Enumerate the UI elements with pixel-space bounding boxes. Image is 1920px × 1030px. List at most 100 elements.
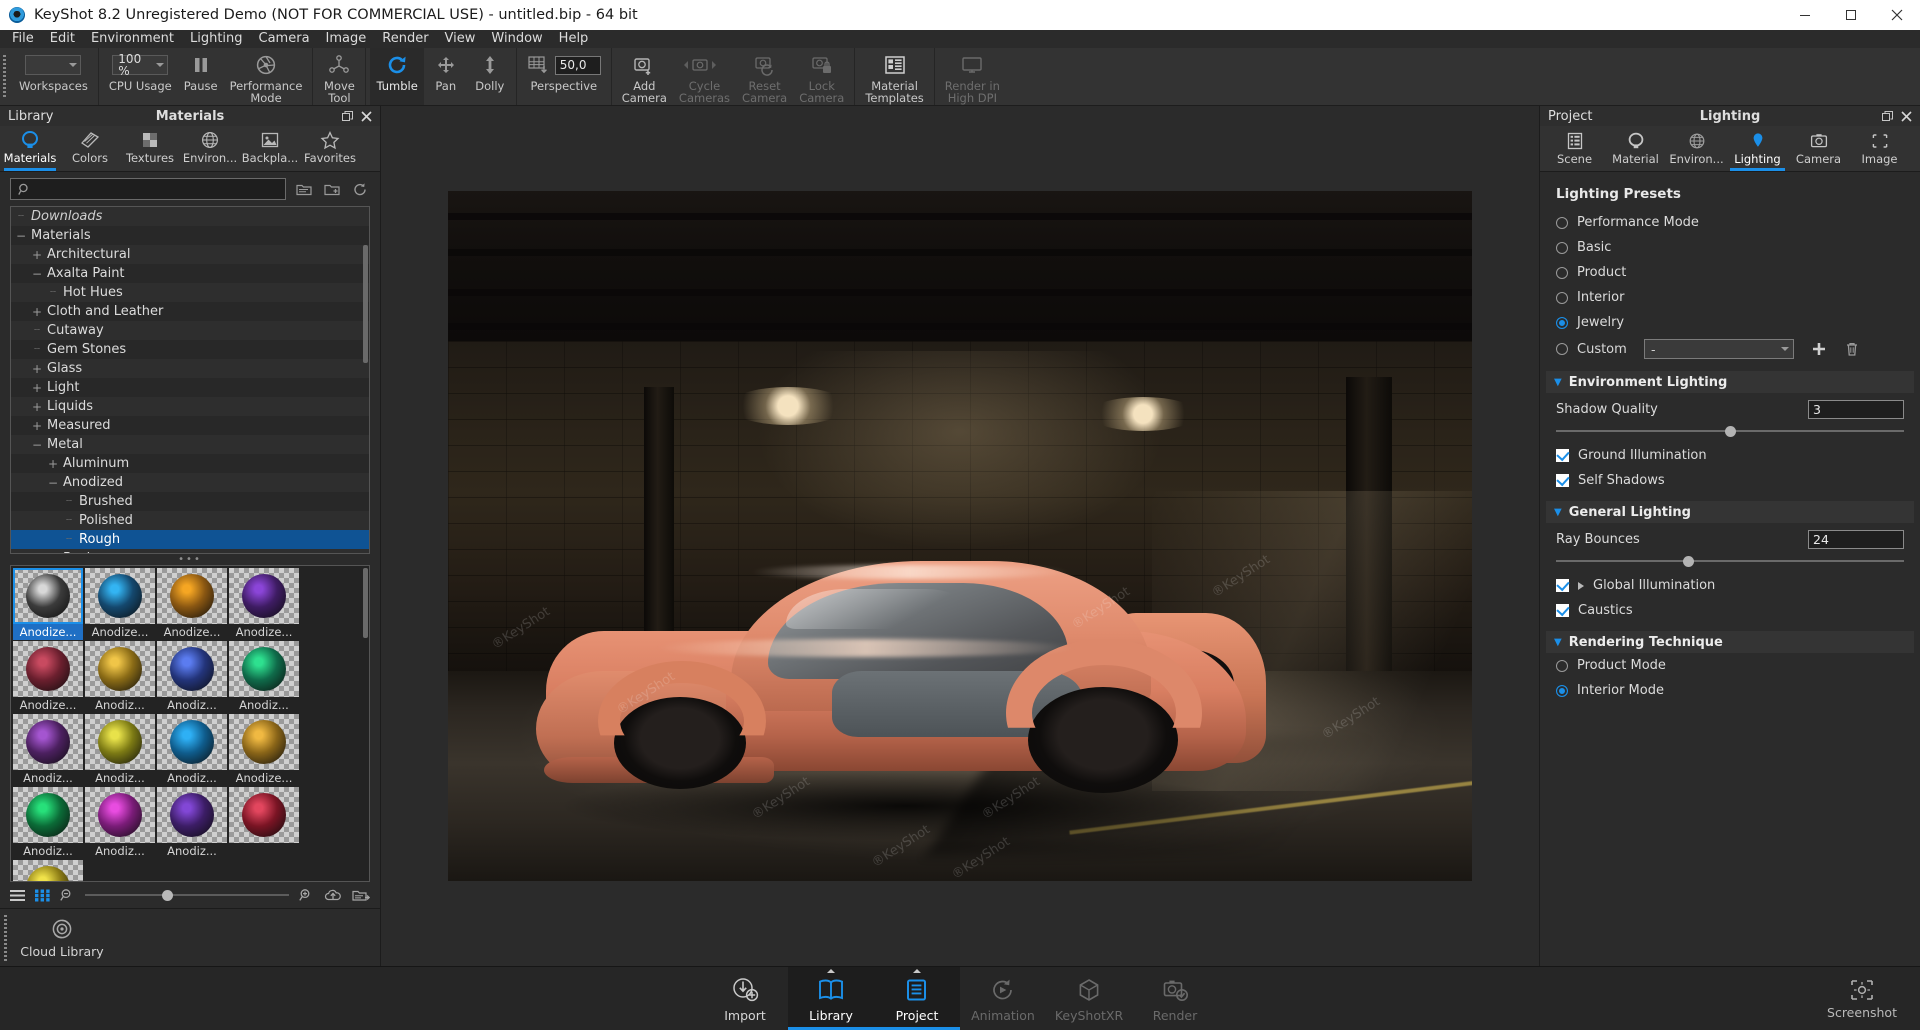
expand-plus-icon[interactable]: + <box>31 400 43 414</box>
tree-item-architectural[interactable]: + Architectural <box>11 245 369 264</box>
material-thumbnail-grid[interactable]: Anodize... Anodize... Anodize... Anodize...… <box>10 565 370 882</box>
tree-item-cutaway[interactable]: ┄ Cutaway <box>11 321 369 340</box>
expand-arrow-icon[interactable] <box>1578 581 1584 590</box>
render-image[interactable]: ®KeyShot®KeyShot®KeyShot®KeyShot®KeyShot… <box>448 191 1472 881</box>
interior-mode-row[interactable]: Interior Mode <box>1546 678 1914 703</box>
ray-bounces-slider-knob[interactable] <box>1683 555 1695 567</box>
tree-item-materials[interactable]: − Materials <box>11 226 369 245</box>
ground-illumination-row[interactable]: Ground Illumination <box>1546 443 1914 468</box>
material-thumbnail[interactable] <box>13 860 83 881</box>
project-tab-environment[interactable]: Environ... <box>1666 125 1727 171</box>
tree-scrollbar[interactable] <box>363 245 368 363</box>
tree-item-rough[interactable]: ┄ Rough <box>11 530 369 549</box>
material-thumbnail[interactable] <box>229 787 299 859</box>
tree-item-polished[interactable]: ┄ Polished <box>11 511 369 530</box>
project-undock-icon[interactable] <box>1882 110 1893 122</box>
ray-bounces-input[interactable]: 24 <box>1808 530 1904 549</box>
material-thumbnail[interactable]: Anodize... <box>157 568 227 640</box>
material-thumbnail[interactable]: Anodiz... <box>85 714 155 786</box>
material-thumbnail[interactable]: Anodiz... <box>13 787 83 859</box>
tree-item-gem-stones[interactable]: ┄ Gem Stones <box>11 340 369 359</box>
render-high-dpi-button[interactable]: Render in High DPI <box>939 48 1006 105</box>
checkbox-icon-checked[interactable] <box>1556 604 1569 617</box>
radio-icon[interactable] <box>1556 291 1568 304</box>
project-tab-camera[interactable]: Camera <box>1788 125 1849 171</box>
grid-view-icon[interactable] <box>35 889 50 902</box>
radio-icon[interactable] <box>1556 659 1568 672</box>
material-thumbnail[interactable]: Anodize... <box>85 568 155 640</box>
dolly-button[interactable]: Dolly <box>468 48 512 105</box>
library-search-input[interactable] <box>10 178 286 200</box>
menu-edit[interactable]: Edit <box>42 30 83 48</box>
pan-button[interactable]: Pan <box>424 48 468 105</box>
material-thumbnail[interactable]: Anodiz... <box>85 787 155 859</box>
tree-item-brushed[interactable]: ┄ Brushed <box>11 492 369 511</box>
project-tab-material[interactable]: Material <box>1605 125 1666 171</box>
library-add-folder-icon[interactable] <box>322 182 342 197</box>
library-tab-materials[interactable]: Materials <box>0 125 60 171</box>
menu-lighting[interactable]: Lighting <box>182 30 251 48</box>
radio-icon[interactable] <box>1556 241 1568 254</box>
library-open-folder-icon[interactable] <box>294 182 314 197</box>
menu-environment[interactable]: Environment <box>83 30 182 48</box>
reset-camera-button[interactable]: Reset Camera <box>736 48 793 105</box>
collapse-minus-icon[interactable]: − <box>47 476 59 490</box>
expand-plus-icon[interactable]: + <box>31 362 43 376</box>
menu-render[interactable]: Render <box>374 30 436 48</box>
workspaces-control[interactable]: Workspaces <box>13 48 94 105</box>
cloud-bar-drag-handle[interactable] <box>0 909 10 966</box>
environment-lighting-header[interactable]: ▼ Environment Lighting <box>1546 371 1914 393</box>
checkbox-icon-checked[interactable] <box>1556 579 1569 592</box>
thumbnail-size-slider[interactable] <box>85 888 289 902</box>
cpu-usage-combo[interactable]: 100 % <box>112 53 169 77</box>
ray-bounces-slider[interactable] <box>1556 555 1904 567</box>
material-thumbnail[interactable]: Anodize... <box>13 568 83 640</box>
tumble-button[interactable]: Tumble <box>370 48 424 105</box>
perspective-value[interactable]: 50,0 <box>554 55 601 75</box>
tree-item-downloads[interactable]: ┄ Downloads <box>11 207 369 226</box>
material-thumbnail[interactable]: Anodiz... <box>13 714 83 786</box>
thumbnail-size-slider-knob[interactable] <box>161 889 173 901</box>
tree-item-liquids[interactable]: + Liquids <box>11 397 369 416</box>
tree-item-basic[interactable]: +Basic <box>11 549 369 553</box>
library-tab-favorites[interactable]: Favorites <box>300 125 360 171</box>
rendering-technique-header[interactable]: ▼ Rendering Technique <box>1546 631 1914 653</box>
library-tab-environments[interactable]: Environ... <box>180 125 240 171</box>
menu-file[interactable]: File <box>4 30 42 48</box>
cpu-usage-control[interactable]: 100 % CPU Usage <box>103 48 178 105</box>
project-tab-lighting[interactable]: Lighting <box>1727 125 1788 171</box>
menu-view[interactable]: View <box>437 30 484 48</box>
material-thumbnail[interactable]: Anodiz... <box>157 714 227 786</box>
tree-item-metal[interactable]: − Metal <box>11 435 369 454</box>
material-thumbnail[interactable]: Anodiz... <box>229 641 299 713</box>
library-tab-colors[interactable]: Colors <box>60 125 120 171</box>
import-button[interactable]: Import <box>702 967 788 1030</box>
preset-product[interactable]: Product <box>1546 260 1914 285</box>
material-thumbnail[interactable]: Anodize... <box>13 641 83 713</box>
material-thumbnail[interactable]: Anodiz... <box>157 641 227 713</box>
library-button[interactable]: Library <box>788 967 874 1030</box>
move-tool-button[interactable]: Move Tool <box>317 48 361 105</box>
radio-icon[interactable] <box>1556 216 1568 229</box>
menu-image[interactable]: Image <box>318 30 375 48</box>
workspaces-combo[interactable] <box>25 55 82 75</box>
project-tab-scene[interactable]: Scene <box>1544 125 1605 171</box>
expand-plus-icon[interactable]: + <box>31 381 43 395</box>
export-folder-icon[interactable] <box>352 888 370 903</box>
shadow-quality-slider-knob[interactable] <box>1725 425 1736 437</box>
material-thumbnail[interactable]: Anodize... <box>229 714 299 786</box>
preset-custom-row[interactable]: Custom - <box>1546 335 1914 363</box>
tree-item-axalta-paint[interactable]: − Axalta Paint <box>11 264 369 283</box>
car-model[interactable] <box>536 521 1472 856</box>
preset-basic[interactable]: Basic <box>1546 235 1914 260</box>
expand-plus-icon[interactable]: + <box>47 457 59 471</box>
self-shadows-row[interactable]: Self Shadows <box>1546 468 1914 493</box>
cloud-library-button[interactable]: Cloud Library <box>10 910 114 966</box>
maximize-button[interactable] <box>1828 0 1874 30</box>
shadow-quality-slider[interactable] <box>1556 425 1904 437</box>
close-button[interactable] <box>1874 0 1920 30</box>
material-thumbnail[interactable]: Anodiz... <box>85 641 155 713</box>
tree-item-cloth-and-leather[interactable]: + Cloth and Leather <box>11 302 369 321</box>
tree-item-aluminum[interactable]: + Aluminum <box>11 454 369 473</box>
library-tree[interactable]: ┄ Downloads − Materials + Architectural − Ax… <box>10 206 370 554</box>
